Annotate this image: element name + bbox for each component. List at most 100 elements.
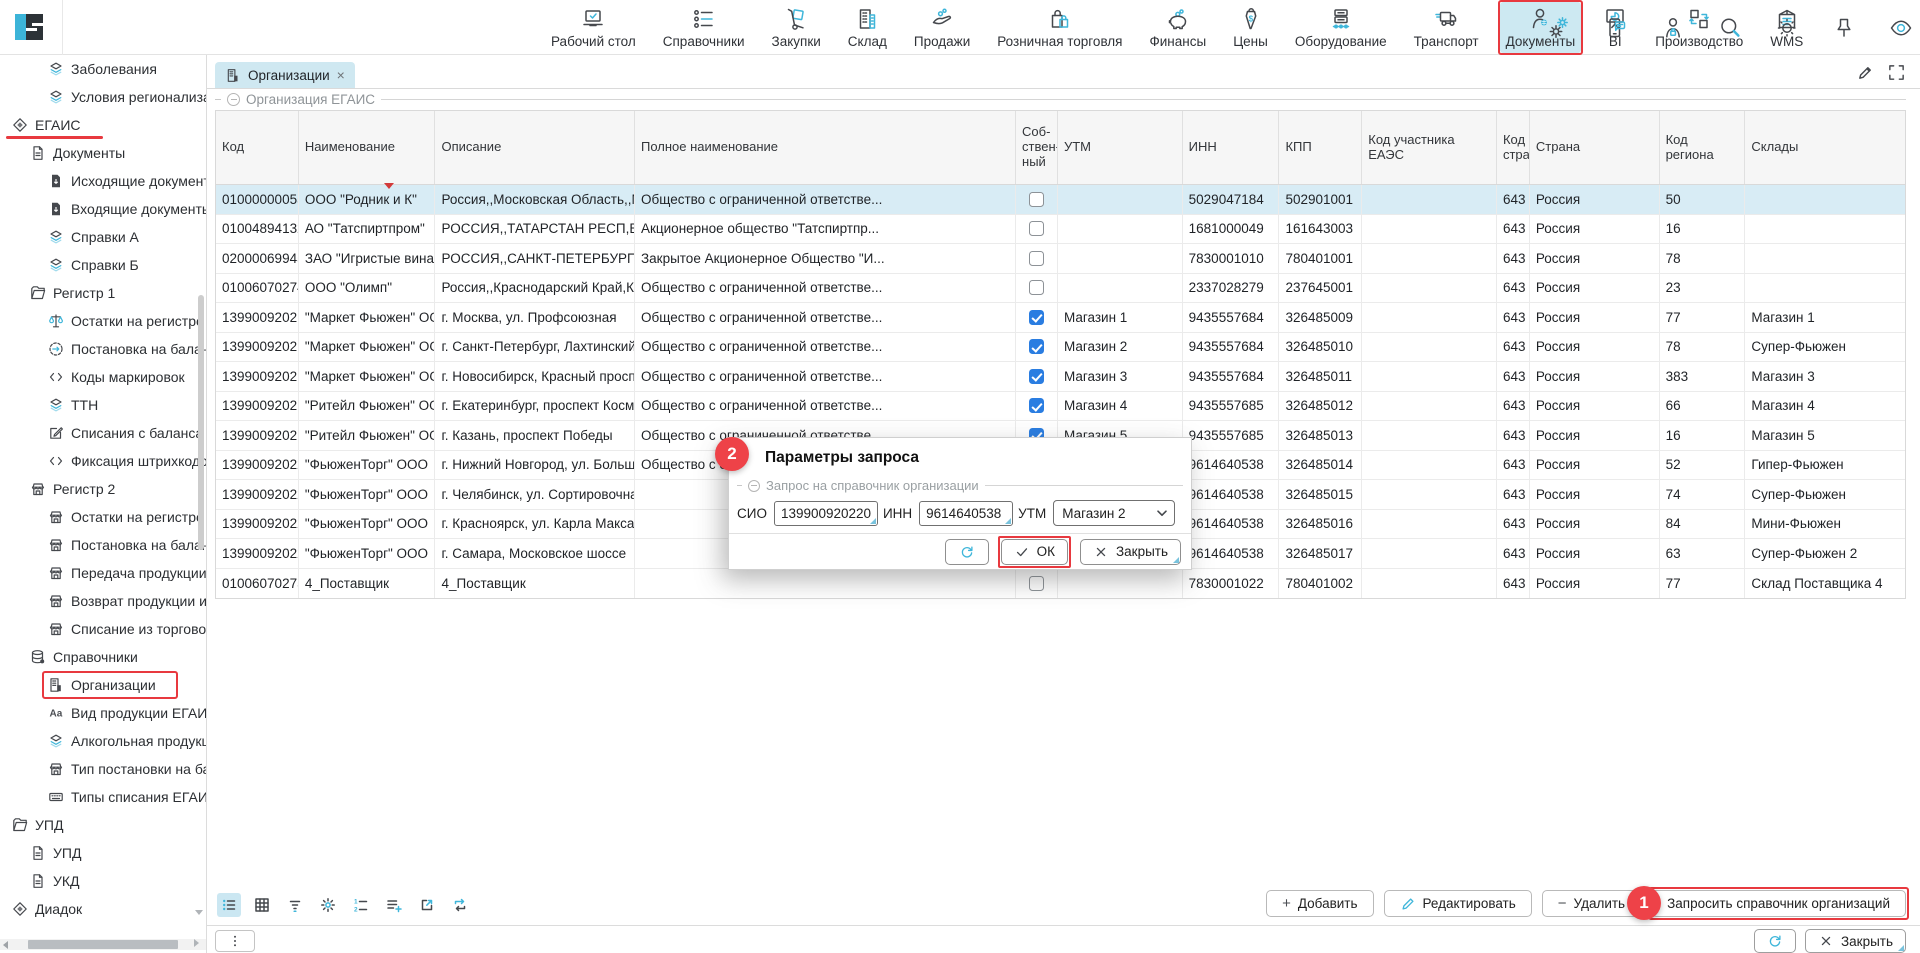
more-actions-button[interactable] — [215, 930, 255, 952]
table-row[interactable]: 010048941324АО "Татспиртпром"РОССИЯ,,ТАТ… — [216, 215, 1905, 245]
sidebar-item[interactable]: Остатки на регистре 2 — [0, 503, 206, 531]
own-checkbox[interactable] — [1029, 369, 1044, 384]
list-view-icon[interactable] — [217, 893, 241, 917]
device-chat-icon[interactable] — [1603, 15, 1629, 41]
own-checkbox[interactable] — [1029, 310, 1044, 325]
sidebar-item[interactable]: ЕГАИС — [0, 111, 206, 139]
splitter-expand-icon[interactable] — [194, 939, 199, 947]
table-row[interactable]: 0100607027504_Поставщик4_Поставщик783000… — [216, 569, 1905, 599]
sidebar-item[interactable]: Регистр 2 — [0, 475, 206, 503]
module-handtruck[interactable]: Закупки — [766, 2, 827, 53]
sidebar-vertical-scrollbar[interactable] — [198, 295, 204, 550]
sidebar-item[interactable]: Списание из торгового зал — [0, 615, 206, 643]
own-checkbox[interactable] — [1029, 576, 1044, 591]
sidebar-item[interactable]: Постановка на баланс в тор — [0, 531, 206, 559]
sidebar-item[interactable]: Тип постановки на баланс — [0, 755, 206, 783]
scrollbar-thumb[interactable] — [28, 940, 178, 949]
gear-icon[interactable] — [316, 893, 340, 917]
sidebar-item[interactable]: Алкогольная продукция — [0, 727, 206, 755]
own-checkbox[interactable] — [1029, 192, 1044, 207]
sidebar-item[interactable]: Постановка на баланс — [0, 335, 206, 363]
sidebar-item[interactable]: УПД — [0, 839, 206, 867]
eye-icon[interactable] — [1888, 15, 1914, 41]
module-warehouse[interactable]: Склад — [842, 2, 893, 53]
dialog-button-ок[interactable]: ОК — [1001, 539, 1068, 565]
sidebar-item[interactable]: Регистр 1 — [0, 279, 206, 307]
maximize-icon[interactable] — [1887, 63, 1906, 82]
column-header[interactable]: Код участника ЕАЭС — [1362, 111, 1497, 184]
search-icon[interactable] — [1717, 15, 1743, 41]
column-header[interactable]: Код региона — [1660, 111, 1746, 184]
table-row[interactable]: 139900920217"Маркет Фьюжен" ОООг. Новоси… — [216, 362, 1905, 392]
sidebar-item[interactable]: Справки А — [0, 223, 206, 251]
sidebar-item[interactable]: УПД — [0, 811, 206, 839]
own-checkbox[interactable] — [1029, 398, 1044, 413]
module-catalog[interactable]: Справочники — [657, 2, 751, 53]
инн-input[interactable]: 9614640538 — [919, 501, 1013, 526]
scroll-left-icon[interactable] — [3, 941, 8, 949]
brightness-icon[interactable] — [1774, 15, 1800, 41]
sidebar-item[interactable]: Справочники — [0, 643, 206, 671]
settings-gears-icon[interactable] — [1546, 15, 1572, 41]
column-header[interactable]: Полное наименование — [635, 111, 1016, 184]
pin-icon[interactable] — [1831, 15, 1857, 41]
table-row[interactable]: 020000699457ЗАО "Игристые вина"РОССИЯ,,С… — [216, 244, 1905, 274]
column-header[interactable]: КПП — [1279, 111, 1362, 184]
module-prices[interactable]: $Цены — [1227, 2, 1274, 53]
sidebar-item[interactable]: ТТН — [0, 391, 206, 419]
table-row[interactable]: 139900920218"Ритейл Фьюжен" ОООг. Екатер… — [216, 392, 1905, 422]
own-checkbox[interactable] — [1029, 251, 1044, 266]
button-редактировать[interactable]: Редактировать — [1384, 890, 1532, 917]
table-row[interactable]: 139900920215"Маркет Фьюжен" ОООг. Москва… — [216, 303, 1905, 333]
column-header[interactable]: Описание — [435, 111, 635, 184]
sidebar-item[interactable]: Передача продукции в тор — [0, 559, 206, 587]
sidebar-horizontal-scrollbar[interactable] — [0, 939, 206, 950]
sidebar-item[interactable]: Организации — [0, 671, 206, 699]
numbered-list-icon[interactable]: 12 — [349, 893, 373, 917]
утм-select[interactable]: Магазин 2 — [1053, 500, 1175, 526]
sidebar-item[interactable]: УКД — [0, 867, 206, 895]
refresh-button[interactable] — [1754, 929, 1796, 953]
sidebar-item[interactable]: Диадок — [0, 895, 206, 923]
sidebar-item[interactable]: Входящие документы — [0, 195, 206, 223]
sidebar-item[interactable]: Условия регионализации — [0, 83, 206, 111]
sidebar-item[interactable]: Документы — [0, 139, 206, 167]
sidebar-item[interactable]: Списания с баланса — [0, 419, 206, 447]
module-laptop[interactable]: Рабочий стол — [545, 2, 642, 53]
column-header[interactable]: Склады — [1745, 111, 1905, 184]
own-checkbox[interactable] — [1029, 221, 1044, 236]
collapse-icon[interactable] — [227, 93, 240, 106]
grid-view-icon[interactable] — [250, 893, 274, 917]
user-lock-icon[interactable] — [1660, 15, 1686, 41]
sidebar-item[interactable]: Справки Б — [0, 251, 206, 279]
column-header[interactable]: Страна — [1530, 111, 1660, 184]
dialog-refresh-button[interactable] — [945, 539, 989, 565]
own-checkbox[interactable] — [1029, 280, 1044, 295]
own-checkbox[interactable] — [1029, 339, 1044, 354]
sidebar-item[interactable]: Возврат продукции из торг — [0, 587, 206, 615]
open-external-icon[interactable] — [415, 893, 439, 917]
tab-close-icon[interactable]: × — [337, 68, 345, 82]
repeat-icon[interactable] — [448, 893, 472, 917]
table-row[interactable]: 139900920216"Маркет Фьюжен" ОООг. Санкт-… — [216, 333, 1905, 363]
column-header[interactable]: ИНН — [1183, 111, 1280, 184]
sidebar-item[interactable]: AaВид продукции ЕГАИС — [0, 699, 206, 727]
module-retail[interactable]: Розничная торговля — [991, 2, 1128, 53]
column-header[interactable]: УТМ — [1058, 111, 1183, 184]
table-row[interactable]: 010000000556ООО "Родник и К"Россия,,Моск… — [216, 185, 1905, 215]
column-header[interactable]: Код — [216, 111, 299, 184]
module-transport[interactable]: Транспорт — [1408, 2, 1485, 53]
column-header[interactable]: Соб-ствен-ный — [1016, 111, 1058, 184]
list-add-icon[interactable] — [382, 893, 406, 917]
dialog-button-закрыть[interactable]: Закрыть — [1080, 539, 1181, 565]
close-view-button[interactable]: Закрыть — [1805, 929, 1906, 953]
module-finance[interactable]: Финансы — [1144, 2, 1213, 53]
sidebar-item[interactable]: Заболевания — [0, 55, 206, 83]
sidebar-item[interactable]: Остатки на регистре 1 — [0, 307, 206, 335]
filter-icon[interactable] — [283, 893, 307, 917]
column-header[interactable]: Наименование — [299, 111, 436, 184]
module-sales[interactable]: Продажи — [908, 2, 976, 53]
sidebar-item[interactable]: Типы списания ЕГАИС — [0, 783, 206, 811]
button-запросить[interactable]: Запросить справочник организаций — [1651, 890, 1906, 917]
edit-icon[interactable] — [1856, 63, 1875, 82]
